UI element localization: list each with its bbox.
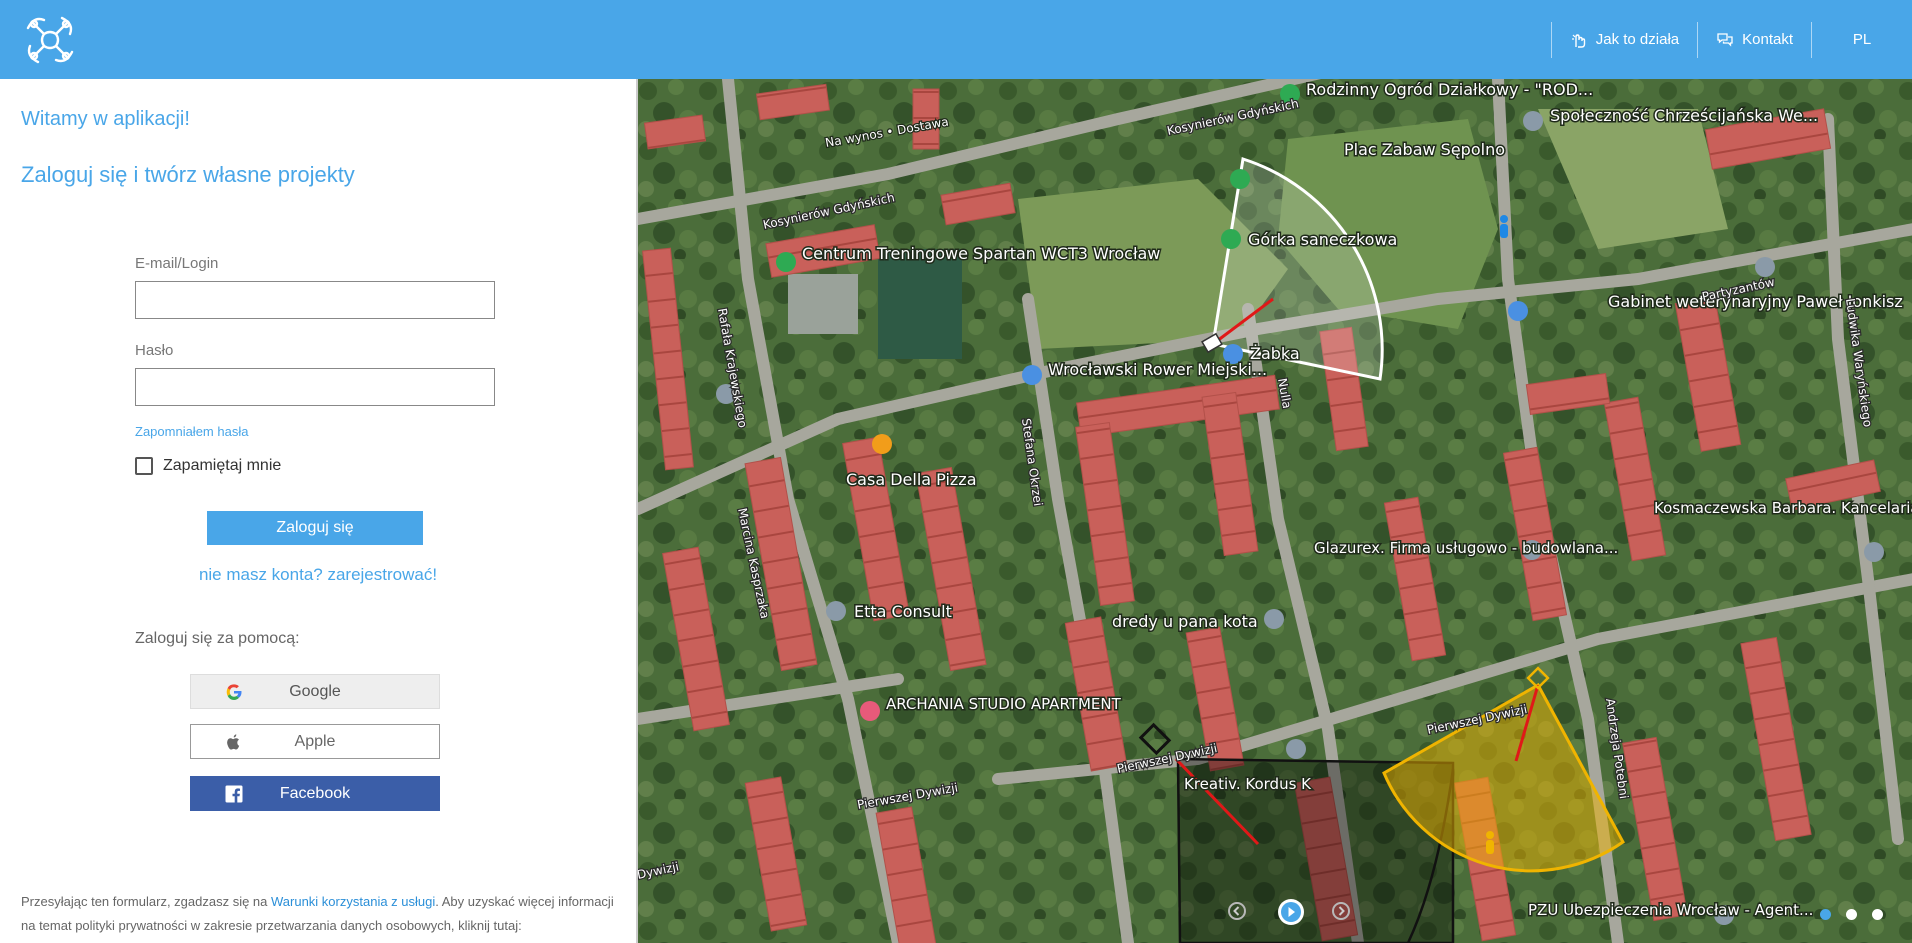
play-button[interactable] (1278, 899, 1304, 925)
nav-contact-label: Kontakt (1742, 31, 1793, 48)
map-label-archania: ARCHANIA STUDIO APARTMENT (886, 695, 1122, 713)
map-label-glazurex: Glazurex. Firma usługowo - budowlana... (1314, 539, 1618, 557)
logo-icon[interactable] (22, 12, 78, 68)
map-label-kreativ: Kreativ. Kordus K (1184, 775, 1312, 793)
terms-text-1: Przesyłając ten formularz, zgadzasz się … (21, 894, 271, 909)
map-label-centrum: Centrum Treningowe Spartan WCT3 Wrocław (802, 244, 1160, 263)
map-label-kosmaczewska: Kosmaczewska Barbara. Kancelaria... (1654, 499, 1912, 517)
slide-dot-active[interactable] (1820, 909, 1831, 920)
email-label: E-mail/Login (135, 255, 219, 272)
next-icon[interactable] (1332, 902, 1350, 920)
hand-pointer-icon (1571, 33, 1585, 48)
password-label: Hasło (135, 342, 174, 359)
map-label-dredy: dredy u pana kota (1112, 612, 1258, 631)
email-field[interactable] (135, 281, 495, 319)
google-login-label: Google (289, 682, 341, 700)
apple-login-button[interactable]: Apple (190, 724, 440, 759)
social-login-title: Zaloguj się za pomocą: (135, 630, 300, 647)
password-field[interactable] (135, 368, 495, 406)
login-subtitle: Zaloguj się i twórz własne projekty (21, 162, 355, 187)
main-nav: Jak to działa Kontakt PL (1550, 0, 1912, 79)
login-button[interactable]: Zaloguj się (207, 511, 423, 545)
map-label-community: Społeczność Chrześcijańska We... (1550, 106, 1818, 125)
satellite-map[interactable]: Rodzinny Ogród Działkowy - "ROD... Społe… (636, 79, 1912, 943)
map-canvas[interactable]: Rodzinny Ogród Działkowy - "ROD... Społe… (638, 79, 1912, 943)
facebook-login-button[interactable]: Facebook (190, 776, 440, 811)
slide-dot[interactable] (1846, 909, 1857, 920)
top-bar: Jak to działa Kontakt PL (0, 0, 1912, 79)
forgot-password-link[interactable]: Zapomniałem hasła (135, 424, 248, 439)
map-label-rower: Wrocławski Rower Miejski... (1048, 360, 1267, 379)
person-marker-icon[interactable] (1486, 831, 1494, 854)
google-login-button[interactable]: Google (190, 674, 440, 709)
apple-icon (227, 734, 240, 750)
person-marker-icon[interactable] (1500, 215, 1508, 238)
chat-bubbles-icon (1717, 32, 1733, 47)
map-label-playground: Plac Zabaw Sępolno (1344, 140, 1505, 159)
facebook-login-label: Facebook (279, 784, 351, 802)
register-link[interactable]: nie masz konta? zarejestrować! (0, 565, 636, 585)
remember-me-label: Zapamiętaj mnie (163, 457, 282, 474)
previous-icon[interactable] (1228, 902, 1246, 920)
terms-notice: Przesyłając ten formularz, zgadzasz się … (21, 890, 621, 938)
nav-how-it-works-label: Jak to działa (1595, 31, 1680, 48)
remember-me: Zapamiętaj mnie (135, 457, 281, 475)
language-selector[interactable]: PL (1812, 31, 1912, 48)
map-label-pzu: PZU Ubezpieczenia Wrocław - Agent... (1528, 901, 1813, 919)
map-label-casa: Casa Della Pizza (846, 470, 977, 489)
apple-login-label: Apple (294, 732, 336, 750)
welcome-heading: Witamy w aplikacji! (21, 108, 190, 130)
nav-contact[interactable]: Kontakt (1698, 0, 1811, 79)
facebook-icon (225, 785, 243, 803)
play-icon (1281, 902, 1301, 922)
map-label-gorka: Górka saneczkowa (1248, 230, 1397, 249)
login-panel: Witamy w aplikacji! Zaloguj się i twórz … (0, 79, 636, 943)
slide-dot[interactable] (1872, 909, 1883, 920)
terms-link[interactable]: Warunki korzystania z usługi (271, 894, 435, 909)
map-label-etta: Etta Consult (854, 602, 952, 621)
google-icon (226, 684, 242, 700)
remember-me-checkbox[interactable] (135, 457, 153, 475)
nav-how-it-works[interactable]: Jak to działa (1552, 0, 1697, 79)
map-label-rod: Rodzinny Ogród Działkowy - "ROD... (1306, 80, 1593, 99)
